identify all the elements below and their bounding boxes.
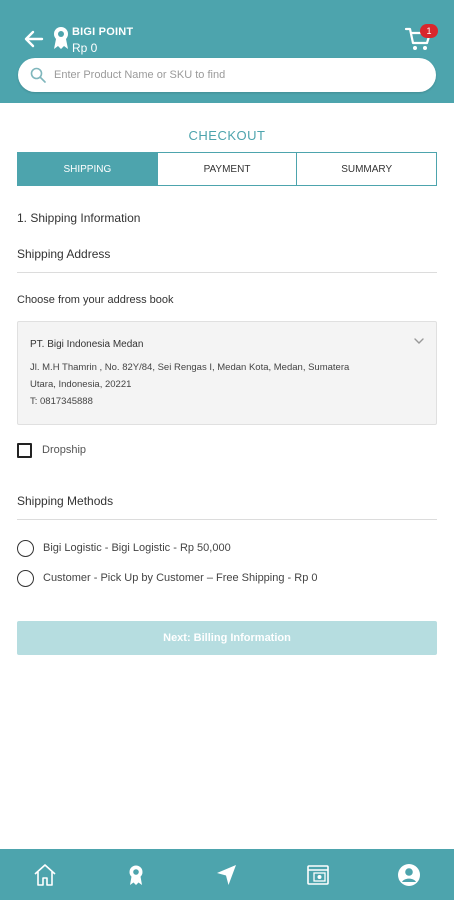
bottom-navigation — [0, 849, 454, 900]
shipping-info-heading: 1. Shipping Information — [17, 211, 141, 225]
address-select[interactable]: PT. Bigi Indonesia Medan Jl. M.H Thamrin… — [17, 321, 437, 425]
account-icon — [397, 863, 420, 886]
shipping-method-label: Bigi Logistic - Bigi Logistic - Rp 50,00… — [43, 542, 231, 554]
divider — [17, 519, 437, 520]
shipping-method-option[interactable]: Customer - Pick Up by Customer – Free Sh… — [17, 569, 318, 587]
search-input[interactable] — [54, 58, 424, 92]
dropship-checkbox[interactable] — [17, 442, 32, 458]
next-billing-button[interactable]: Next: Billing Information — [17, 621, 437, 655]
nav-catalog[interactable] — [272, 849, 363, 900]
address-name: PT. Bigi Indonesia Medan — [30, 339, 144, 350]
dropship-label: Dropship — [42, 444, 87, 456]
navigation-arrow-icon — [216, 864, 236, 885]
shipping-address-heading: Shipping Address — [17, 247, 111, 261]
shipping-method-label: Customer - Pick Up by Customer – Free Sh… — [43, 572, 318, 584]
shipping-method-option[interactable]: Bigi Logistic - Bigi Logistic - Rp 50,00… — [17, 539, 231, 557]
ribbon-badge-icon — [54, 27, 68, 49]
checkout-steps: SHIPPING PAYMENT SUMMARY — [17, 152, 437, 186]
step-payment[interactable]: PAYMENT — [157, 153, 298, 185]
back-arrow-icon[interactable] — [22, 27, 46, 51]
step-summary[interactable]: SUMMARY — [297, 153, 437, 185]
nav-account[interactable] — [363, 849, 454, 900]
cart-count-badge: 1 — [420, 24, 438, 38]
app-header: BIGI POINT Rp 0 1 — [0, 0, 454, 103]
points-label: BIGI POINT — [72, 26, 134, 38]
divider — [17, 272, 437, 273]
step-shipping[interactable]: SHIPPING — [18, 153, 158, 185]
page-title: CHECKOUT — [188, 128, 266, 143]
nav-points[interactable] — [91, 849, 182, 900]
address-book-label: Choose from your address book — [17, 294, 174, 306]
address-phone: T: 0817345888 — [30, 396, 93, 407]
address-line-2: Utara, Indonesia, 20221 — [30, 379, 132, 390]
shipping-methods-heading: Shipping Methods — [17, 494, 114, 508]
nav-location[interactable] — [182, 849, 273, 900]
shipping-method-radio[interactable] — [17, 539, 34, 557]
home-icon — [34, 863, 56, 886]
dropship-option[interactable]: Dropship — [17, 442, 86, 458]
shipping-method-radio[interactable] — [17, 569, 34, 587]
address-line-1: Jl. M.H Thamrin , No. 82Y/84, Sei Rengas… — [30, 362, 350, 373]
points-value: Rp 0 — [72, 41, 98, 55]
nav-home[interactable] — [0, 849, 91, 900]
ribbon-badge-icon — [129, 865, 143, 885]
search-icon — [30, 67, 46, 83]
catalog-icon — [306, 864, 329, 885]
chevron-down-icon — [414, 338, 424, 344]
search-bar — [18, 58, 436, 92]
